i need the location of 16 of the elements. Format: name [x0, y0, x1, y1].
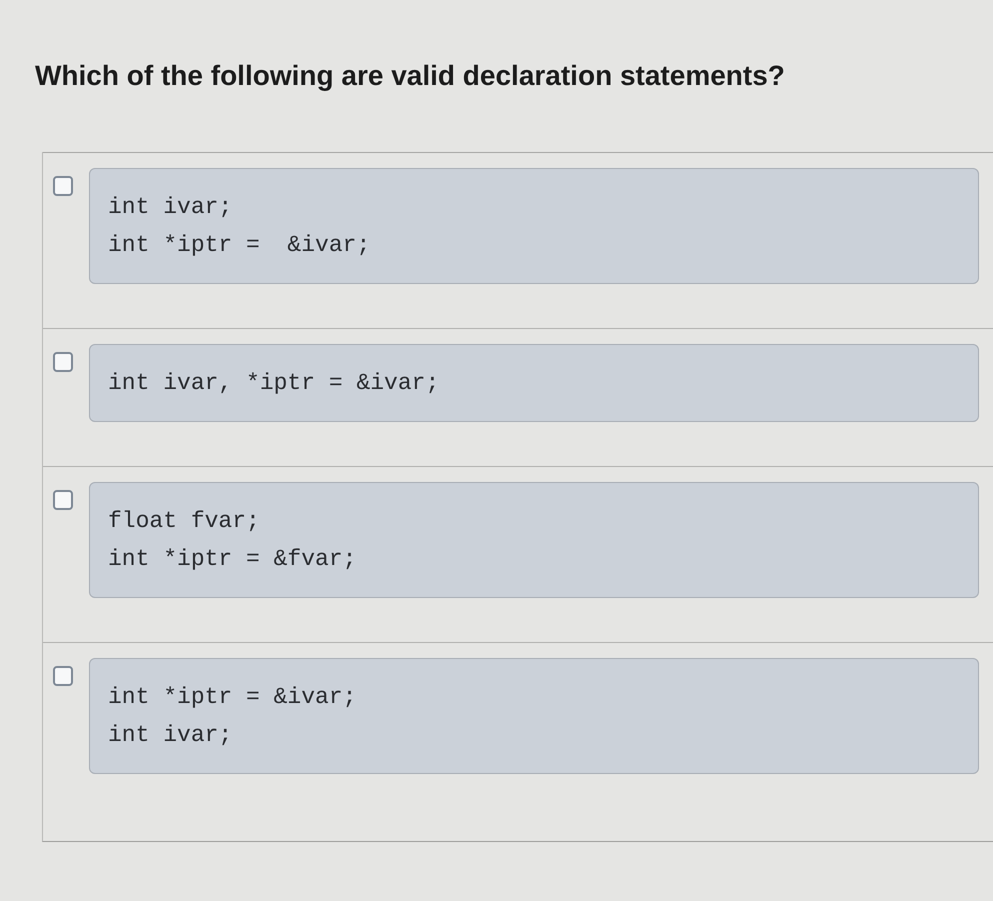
- code-line: float fvar;: [108, 507, 260, 536]
- question-text: Which of the following are valid declaration statements?: [35, 59, 785, 93]
- code-line: int *iptr = &ivar;: [108, 683, 356, 712]
- code-line: int ivar;: [108, 721, 232, 750]
- checkbox[interactable]: [53, 352, 73, 372]
- code-line: int *iptr = &fvar;: [108, 545, 356, 574]
- code-line: int *iptr = &ivar;: [108, 231, 370, 260]
- checkbox[interactable]: [53, 490, 73, 510]
- answer-option[interactable]: float fvar; int *iptr = &fvar;: [89, 482, 979, 598]
- answer-option[interactable]: int ivar; int *iptr = &ivar;: [89, 168, 979, 284]
- code-line: int ivar;: [108, 193, 232, 222]
- answer-option[interactable]: int *iptr = &ivar; int ivar;: [89, 658, 979, 774]
- checkbox[interactable]: [53, 666, 73, 686]
- checkbox[interactable]: [53, 176, 73, 196]
- answer-option[interactable]: int ivar, *iptr = &ivar;: [89, 344, 979, 422]
- code-line: int ivar, *iptr = &ivar;: [108, 369, 440, 398]
